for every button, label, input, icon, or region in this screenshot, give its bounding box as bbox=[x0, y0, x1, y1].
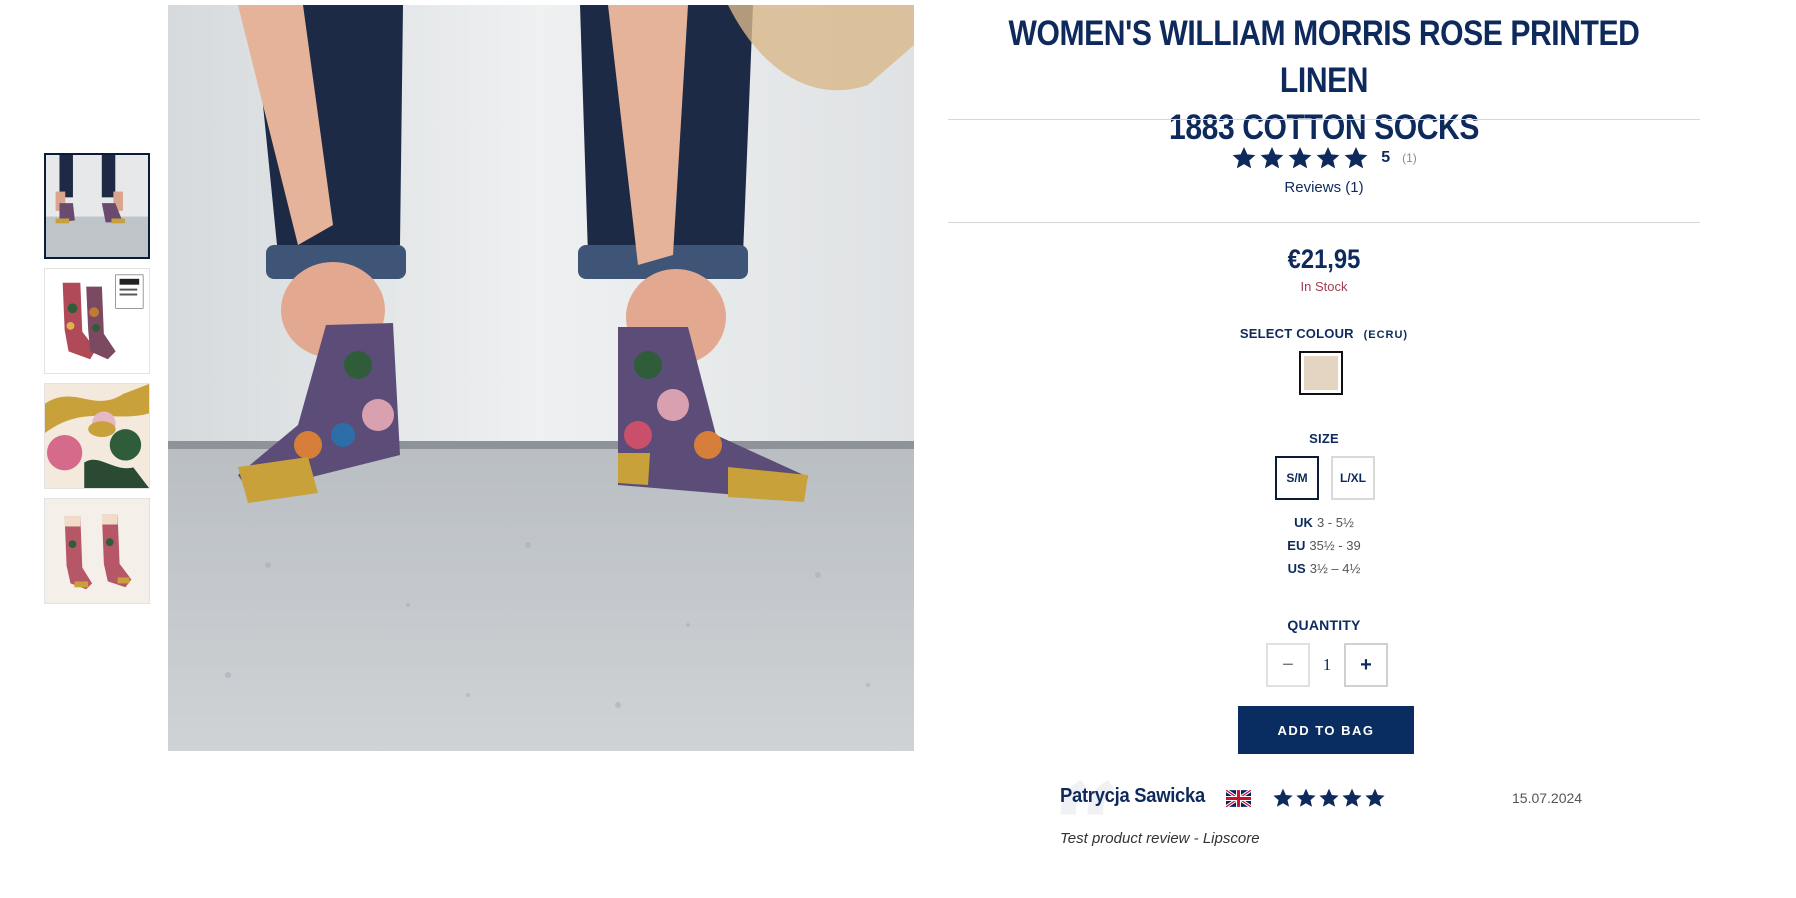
product-title-line2: 1883 COTTON SOCKS bbox=[1169, 108, 1479, 147]
star-icon bbox=[1287, 145, 1313, 171]
main-product-image[interactable] bbox=[168, 5, 914, 751]
divider bbox=[948, 119, 1700, 120]
size-label: SIZE bbox=[1309, 431, 1339, 446]
rating-value: 5 bbox=[1381, 149, 1391, 166]
quantity-decrease-button[interactable]: − bbox=[1266, 643, 1310, 687]
size-conversion-us: US 3½ – 4½ bbox=[948, 561, 1700, 576]
thumbnail-3[interactable] bbox=[44, 383, 150, 489]
size-conversion-eu: EU 35½ - 39 bbox=[948, 538, 1700, 553]
colour-swatch-ecru[interactable] bbox=[1299, 351, 1343, 395]
colour-label-row: SELECT COLOUR (ECRU) bbox=[948, 326, 1700, 341]
product-price: €21,95 bbox=[1287, 244, 1361, 274]
size-range: 3 - 5½ bbox=[1316, 515, 1354, 530]
colour-label: SELECT COLOUR bbox=[1239, 326, 1354, 341]
product-details-panel: WOMEN'S WILLIAM MORRIS ROSE PRINTED LINE… bbox=[948, 0, 1700, 878]
rating-summary: 5 (1) bbox=[948, 145, 1700, 171]
thumbnail-2[interactable] bbox=[44, 268, 150, 374]
rating-count: (1) bbox=[1402, 151, 1417, 165]
uk-flag-icon bbox=[1226, 790, 1251, 807]
star-icon bbox=[1318, 787, 1340, 809]
size-option-lxl[interactable]: L/XL bbox=[1331, 456, 1375, 500]
star-icon bbox=[1343, 145, 1369, 171]
review-text: Test product review - Lipscore bbox=[1060, 830, 1260, 847]
size-region: UK bbox=[1294, 515, 1313, 530]
star-icon bbox=[1315, 145, 1341, 171]
divider bbox=[948, 222, 1700, 223]
star-icon bbox=[1364, 787, 1386, 809]
thumbnail-1[interactable] bbox=[44, 153, 150, 259]
review-date: 15.07.2024 bbox=[1512, 790, 1583, 806]
size-option-sm[interactable]: S/M bbox=[1275, 456, 1319, 500]
review-author: Patrycja Sawicka bbox=[1060, 785, 1205, 807]
reviews-link[interactable]: Reviews (1) bbox=[948, 179, 1700, 196]
rating-stars bbox=[1231, 145, 1369, 171]
size-range: 3½ – 4½ bbox=[1309, 561, 1361, 576]
selected-colour: (ECRU) bbox=[1363, 329, 1409, 341]
quantity-increase-button[interactable]: + bbox=[1344, 643, 1388, 687]
size-conversion-uk: UK 3 - 5½ bbox=[948, 515, 1700, 530]
quantity-label: QUANTITY bbox=[1287, 617, 1361, 633]
star-icon bbox=[1231, 145, 1257, 171]
review-stars bbox=[1272, 787, 1386, 809]
swatch-color bbox=[1304, 356, 1338, 390]
thumbnail-4[interactable] bbox=[44, 498, 150, 604]
size-region: US bbox=[1287, 561, 1306, 576]
star-icon bbox=[1295, 787, 1317, 809]
product-title: WOMEN'S WILLIAM MORRIS ROSE PRINTED LINE… bbox=[1001, 10, 1648, 151]
star-icon bbox=[1259, 145, 1285, 171]
add-to-bag-button[interactable]: ADD TO BAG bbox=[1238, 706, 1414, 754]
quantity-input[interactable]: 1 bbox=[1310, 643, 1344, 687]
star-icon bbox=[1272, 787, 1294, 809]
size-range: 35½ - 39 bbox=[1309, 538, 1361, 553]
size-region: EU bbox=[1287, 538, 1306, 553]
product-title-line1: WOMEN'S WILLIAM MORRIS ROSE PRINTED LINE… bbox=[1008, 14, 1640, 100]
stock-status: In Stock bbox=[1300, 279, 1348, 294]
star-icon bbox=[1341, 787, 1363, 809]
